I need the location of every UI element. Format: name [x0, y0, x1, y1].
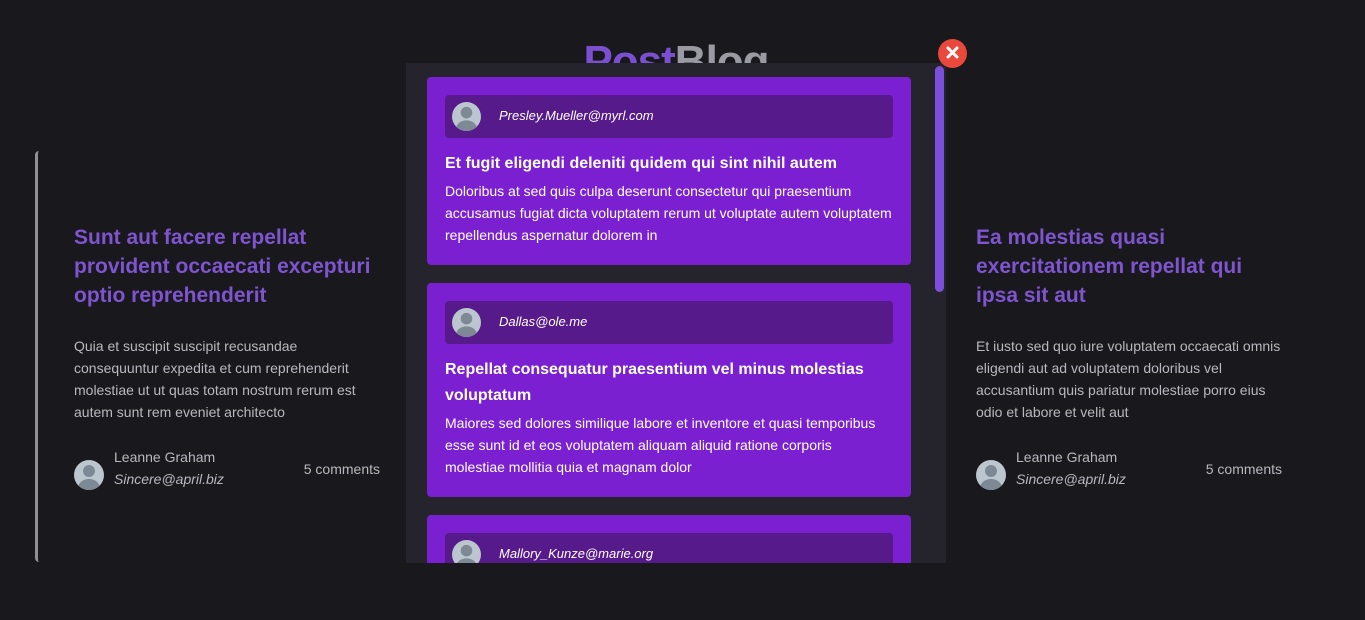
comment-header: Mallory_Kunze@marie.org	[445, 533, 893, 563]
close-button[interactable]	[938, 39, 967, 68]
comment-title: Repellat consequatur praesentium vel min…	[445, 361, 864, 404]
comments-count-link[interactable]: 5 comments	[304, 461, 380, 477]
logo-part-post: Post	[583, 37, 675, 63]
post-author-name[interactable]: Leanne Graham	[114, 449, 215, 465]
comment-header: Presley.Mueller@myrl.com	[445, 95, 893, 138]
user-avatar-icon	[452, 308, 481, 337]
modal-scrollbar[interactable]	[935, 66, 944, 292]
comment-header: Dallas@ole.me	[445, 301, 893, 344]
user-avatar-icon	[976, 460, 1006, 490]
comment-card: Mallory_Kunze@marie.org	[427, 515, 911, 563]
user-avatar-icon	[452, 540, 481, 563]
comment-email: Mallory_Kunze@marie.org	[499, 546, 654, 561]
comment-title: Et fugit eligendi deleniti quidem qui si…	[445, 155, 838, 172]
comment-email: Dallas@ole.me	[499, 314, 588, 329]
post-body: Et iusto sed quo iure voluptatem occaeca…	[976, 338, 1281, 420]
comment-body: Doloribus at sed quis culpa deserunt con…	[445, 183, 892, 243]
comments-modal[interactable]: Presley.Mueller@myrl.com Et fugit eligen…	[406, 63, 946, 563]
comments-count-link[interactable]: 5 comments	[1206, 461, 1282, 477]
comment-card: Presley.Mueller@myrl.com Et fugit eligen…	[427, 77, 911, 265]
post-author-name[interactable]: Leanne Graham	[1016, 449, 1117, 465]
comments-list: Presley.Mueller@myrl.com Et fugit eligen…	[427, 77, 911, 563]
comment-email: Presley.Mueller@myrl.com	[499, 108, 654, 123]
user-avatar-icon	[74, 460, 104, 490]
post-card[interactable]: Sunt aut facere repellat provident occae…	[35, 151, 380, 562]
close-icon	[946, 46, 959, 62]
comment-card: Dallas@ole.me Repellat consequatur praes…	[427, 283, 911, 497]
logo-part-blog: Blog	[674, 37, 770, 63]
comment-body: Maiores sed dolores similique labore et …	[445, 415, 876, 475]
post-author-email: Sincere@april.biz	[1016, 471, 1126, 487]
post-footer: Leanne Graham Sincere@april.biz 5 commen…	[976, 447, 1282, 491]
post-card[interactable]: Ea molestias quasi exercitationem repell…	[937, 151, 1282, 562]
user-avatar-icon	[452, 102, 481, 131]
site-logo[interactable]: PostBlog	[0, 32, 1352, 63]
post-title[interactable]: Ea molestias quasi exercitationem repell…	[976, 223, 1282, 310]
post-body: Quia et suscipit suscipit recusandae con…	[74, 338, 356, 420]
post-footer: Leanne Graham Sincere@april.biz 5 commen…	[74, 447, 380, 491]
post-title[interactable]: Sunt aut facere repellat provident occae…	[74, 223, 380, 310]
post-author-email: Sincere@april.biz	[114, 471, 224, 487]
